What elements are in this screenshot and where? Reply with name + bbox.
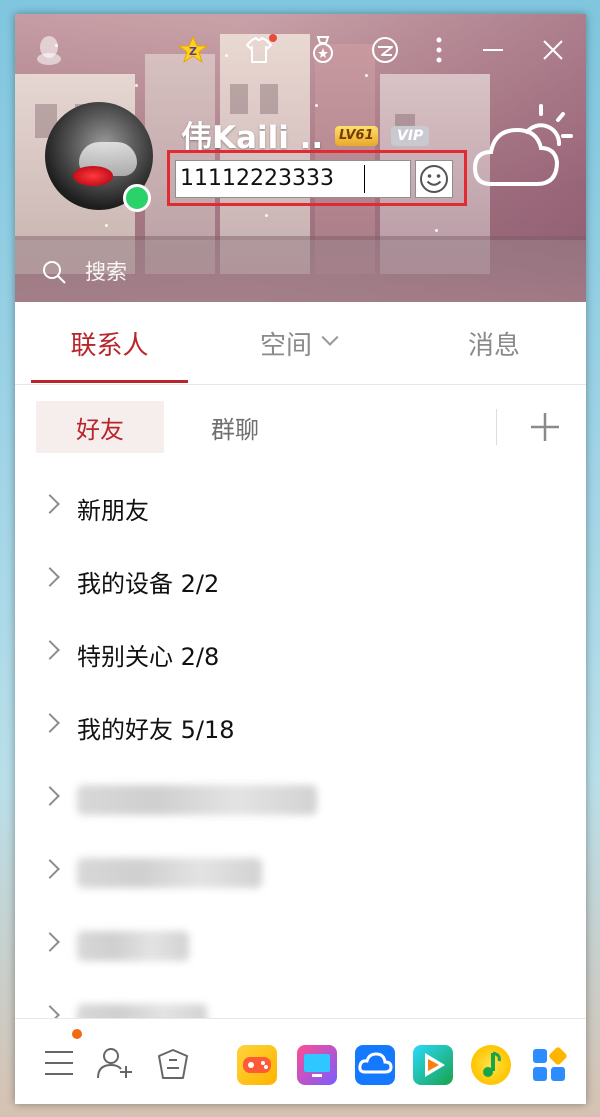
subtab-label: 群聊 — [211, 415, 259, 444]
apps-icon[interactable] — [529, 1045, 569, 1085]
text-caret — [364, 165, 365, 193]
online-status-indicator[interactable] — [123, 184, 151, 212]
vip-badge[interactable]: VIP — [391, 126, 430, 146]
chevron-right-icon — [40, 713, 60, 733]
subtab-groups[interactable]: 群聊 — [175, 401, 295, 453]
minimize-icon[interactable] — [475, 32, 511, 68]
add-friend-icon[interactable] — [95, 1043, 135, 1083]
weather-cloudy-sun-icon[interactable] — [471, 100, 581, 194]
tab-messages[interactable]: 消息 — [419, 302, 569, 384]
profile-header: Z 伟Kaili .. LV61 VIP 11112223333 搜索 — [15, 14, 586, 302]
game-icon[interactable] — [237, 1045, 277, 1085]
chevron-right-icon — [40, 932, 60, 952]
manager-icon[interactable] — [153, 1043, 193, 1083]
search-placeholder: 搜索 — [85, 260, 127, 284]
more-icon[interactable] — [421, 32, 457, 68]
main-tabs: 联系人 空间 消息 — [15, 302, 586, 385]
window-decoration — [260, 84, 278, 114]
svg-text:Z: Z — [189, 45, 197, 58]
weiyun-icon[interactable] — [355, 1045, 395, 1085]
qq-penguin-icon — [31, 32, 67, 68]
active-tab-indicator — [31, 380, 188, 383]
emoji-button[interactable] — [415, 160, 453, 198]
qzone-icon[interactable] — [367, 32, 403, 68]
close-icon[interactable] — [535, 32, 571, 68]
chevron-right-icon — [40, 494, 60, 514]
search-icon — [43, 261, 66, 284]
search-bar[interactable]: 搜索 — [15, 240, 586, 302]
blurred-label — [77, 931, 189, 961]
group-row-blurred[interactable] — [15, 909, 586, 982]
group-row-my-devices[interactable]: 我的设备 2/2 — [15, 544, 586, 617]
chevron-right-icon — [40, 640, 60, 660]
add-button[interactable] — [525, 407, 565, 447]
blurred-label — [77, 858, 262, 888]
window-decoration — [230, 84, 248, 114]
bottom-toolbar — [15, 1018, 586, 1104]
music-icon[interactable] — [471, 1045, 511, 1085]
chevron-right-icon — [40, 567, 60, 587]
star-icon[interactable]: Z — [175, 32, 211, 68]
snowflake — [435, 229, 438, 232]
tab-label: 空间 — [259, 330, 312, 361]
notification-dot — [72, 1029, 82, 1039]
group-row-special-care[interactable]: 特别关心 2/8 — [15, 617, 586, 690]
avatar-image-detail — [73, 166, 113, 186]
tab-space[interactable]: 空间 — [213, 302, 383, 384]
subtab-friends[interactable]: 好友 — [36, 401, 164, 453]
qq-main-window: Z 伟Kaili .. LV61 VIP 11112223333 搜索 联系人 … — [15, 14, 586, 1104]
snowflake — [315, 104, 318, 107]
chevron-right-icon — [40, 786, 60, 806]
menu-icon[interactable] — [39, 1043, 79, 1083]
group-label: 新朋友 — [77, 497, 149, 525]
snowflake — [135, 84, 138, 87]
group-label: 我的好友 5/18 — [77, 716, 235, 744]
chevron-down-icon — [321, 328, 339, 346]
smiley-icon — [420, 165, 448, 193]
subtab-label: 好友 — [76, 415, 124, 444]
snowflake — [365, 74, 368, 77]
group-label: 我的设备 2/2 — [77, 570, 220, 598]
group-row-new-friends[interactable]: 新朋友 — [15, 471, 586, 544]
group-label: 特别关心 2/8 — [77, 643, 220, 671]
level-badge[interactable]: LV61 — [335, 126, 378, 146]
medal-icon[interactable] — [305, 32, 341, 68]
video-icon[interactable] — [413, 1045, 453, 1085]
snowflake — [105, 224, 108, 227]
header-toolbar: Z — [15, 32, 586, 68]
notification-dot — [269, 34, 277, 42]
contact-sub-tabs: 好友 群聊 — [15, 385, 586, 471]
theme-shirt-icon[interactable] — [241, 32, 277, 68]
group-row-blurred[interactable] — [15, 836, 586, 909]
chevron-right-icon — [40, 859, 60, 879]
signature-input[interactable]: 11112223333 — [175, 160, 411, 198]
plus-icon — [531, 413, 559, 441]
group-row-my-friends[interactable]: 我的好友 5/18 — [15, 690, 586, 763]
tab-label: 消息 — [467, 330, 520, 361]
screen-icon[interactable] — [297, 1045, 337, 1085]
tab-contacts[interactable]: 联系人 — [31, 302, 188, 384]
group-row-blurred[interactable] — [15, 763, 586, 836]
group-row-blurred[interactable] — [15, 982, 586, 1021]
blurred-label — [77, 785, 317, 815]
snowflake — [265, 214, 268, 217]
tab-label: 联系人 — [70, 330, 149, 361]
friend-group-list: 新朋友 我的设备 2/2 特别关心 2/8 我的好友 5/18 — [15, 471, 586, 1021]
divider — [496, 409, 497, 445]
